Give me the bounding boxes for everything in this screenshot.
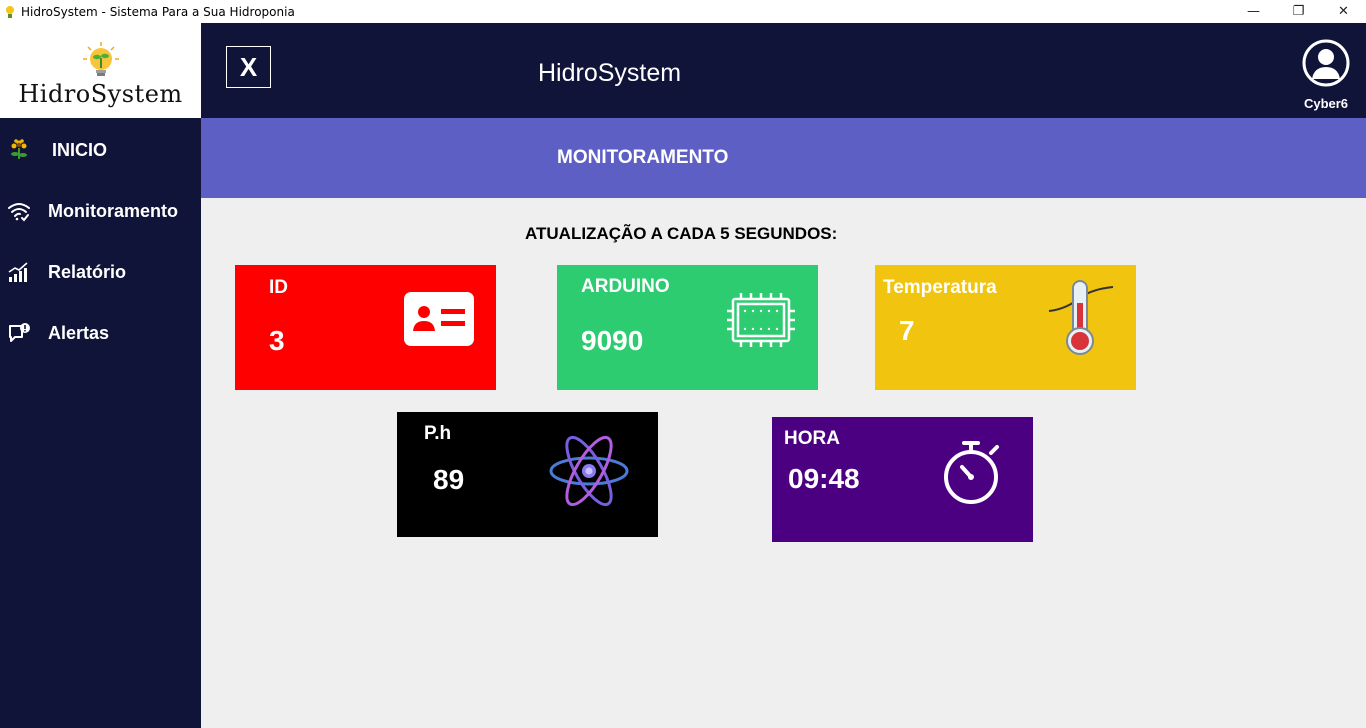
- lightbulb-plant-icon: [83, 42, 119, 76]
- sidebar-item-inicio[interactable]: INICIO: [0, 130, 201, 170]
- logo-panel: HidroSystem: [0, 23, 201, 118]
- window-title: HidroSystem - Sistema Para a Sua Hidropo…: [21, 4, 295, 19]
- window-controls: — ❐ ✕: [1231, 0, 1366, 23]
- card-temperatura: Temperatura 7: [875, 265, 1136, 390]
- sidebar-item-alertas[interactable]: Alertas: [0, 313, 201, 353]
- lightbulb-app-icon: [6, 5, 14, 18]
- card-label: HORA: [784, 428, 840, 449]
- id-card-icon: [404, 292, 474, 346]
- section-title: MONITORAMENTO: [557, 147, 729, 168]
- card-label: ID: [269, 277, 288, 298]
- sidebar-item-relatorio[interactable]: Relatório: [0, 252, 201, 292]
- close-menu-button[interactable]: X: [226, 46, 271, 88]
- header-title: HidroSystem: [538, 59, 682, 87]
- card-value: 3: [269, 325, 285, 356]
- card-label: ARDUINO: [581, 276, 670, 297]
- logo-text: HidroSystem: [18, 80, 183, 108]
- stopwatch-icon: [944, 441, 999, 504]
- atom-icon: [549, 435, 629, 507]
- window-close-button[interactable]: ✕: [1321, 0, 1366, 23]
- restore-button[interactable]: ❐: [1276, 0, 1321, 23]
- card-value: 09:48: [788, 463, 860, 494]
- sidebar-item-label: Monitoramento: [48, 200, 178, 221]
- card-value: 7: [899, 315, 915, 346]
- wifi-check-icon: [6, 198, 32, 224]
- section-banner: MONITORAMENTO: [201, 118, 1366, 198]
- card-label: P.h: [424, 423, 452, 444]
- card-value: 9090: [581, 325, 644, 356]
- user-name: Cyber6: [1303, 96, 1349, 111]
- top-header: X HidroSystem Cyber6: [201, 23, 1366, 118]
- minimize-button[interactable]: —: [1231, 0, 1276, 23]
- thermometer-icon: [1048, 280, 1114, 355]
- window-titlebar: HidroSystem - Sistema Para a Sua Hidropo…: [0, 0, 1366, 23]
- sidebar-item-monitoramento[interactable]: Monitoramento: [0, 191, 201, 231]
- chart-bars-icon: [6, 259, 32, 285]
- chat-alert-icon: [6, 320, 32, 346]
- sidebar-item-label: Alertas: [48, 322, 110, 343]
- sidebar: INICIO Monitoramento Relatório Alertas: [0, 118, 201, 728]
- card-label: Temperatura: [883, 277, 997, 298]
- card-value: 89: [433, 464, 465, 495]
- update-interval-note: ATUALIZAÇÃO A CADA 5 SEGUNDOS:: [525, 224, 838, 243]
- card-hora: HORA 09:48: [772, 417, 1033, 542]
- card-arduino: ARDUINO 9090: [557, 265, 818, 390]
- user-avatar-icon[interactable]: [1302, 39, 1350, 87]
- sidebar-item-label: Relatório: [48, 261, 127, 282]
- card-ph: P.h 89: [397, 412, 658, 537]
- card-id: ID 3: [235, 265, 496, 390]
- sidebar-item-label: INICIO: [52, 139, 108, 160]
- circuit-board-icon: [727, 293, 795, 347]
- sunflower-icon: [6, 137, 32, 163]
